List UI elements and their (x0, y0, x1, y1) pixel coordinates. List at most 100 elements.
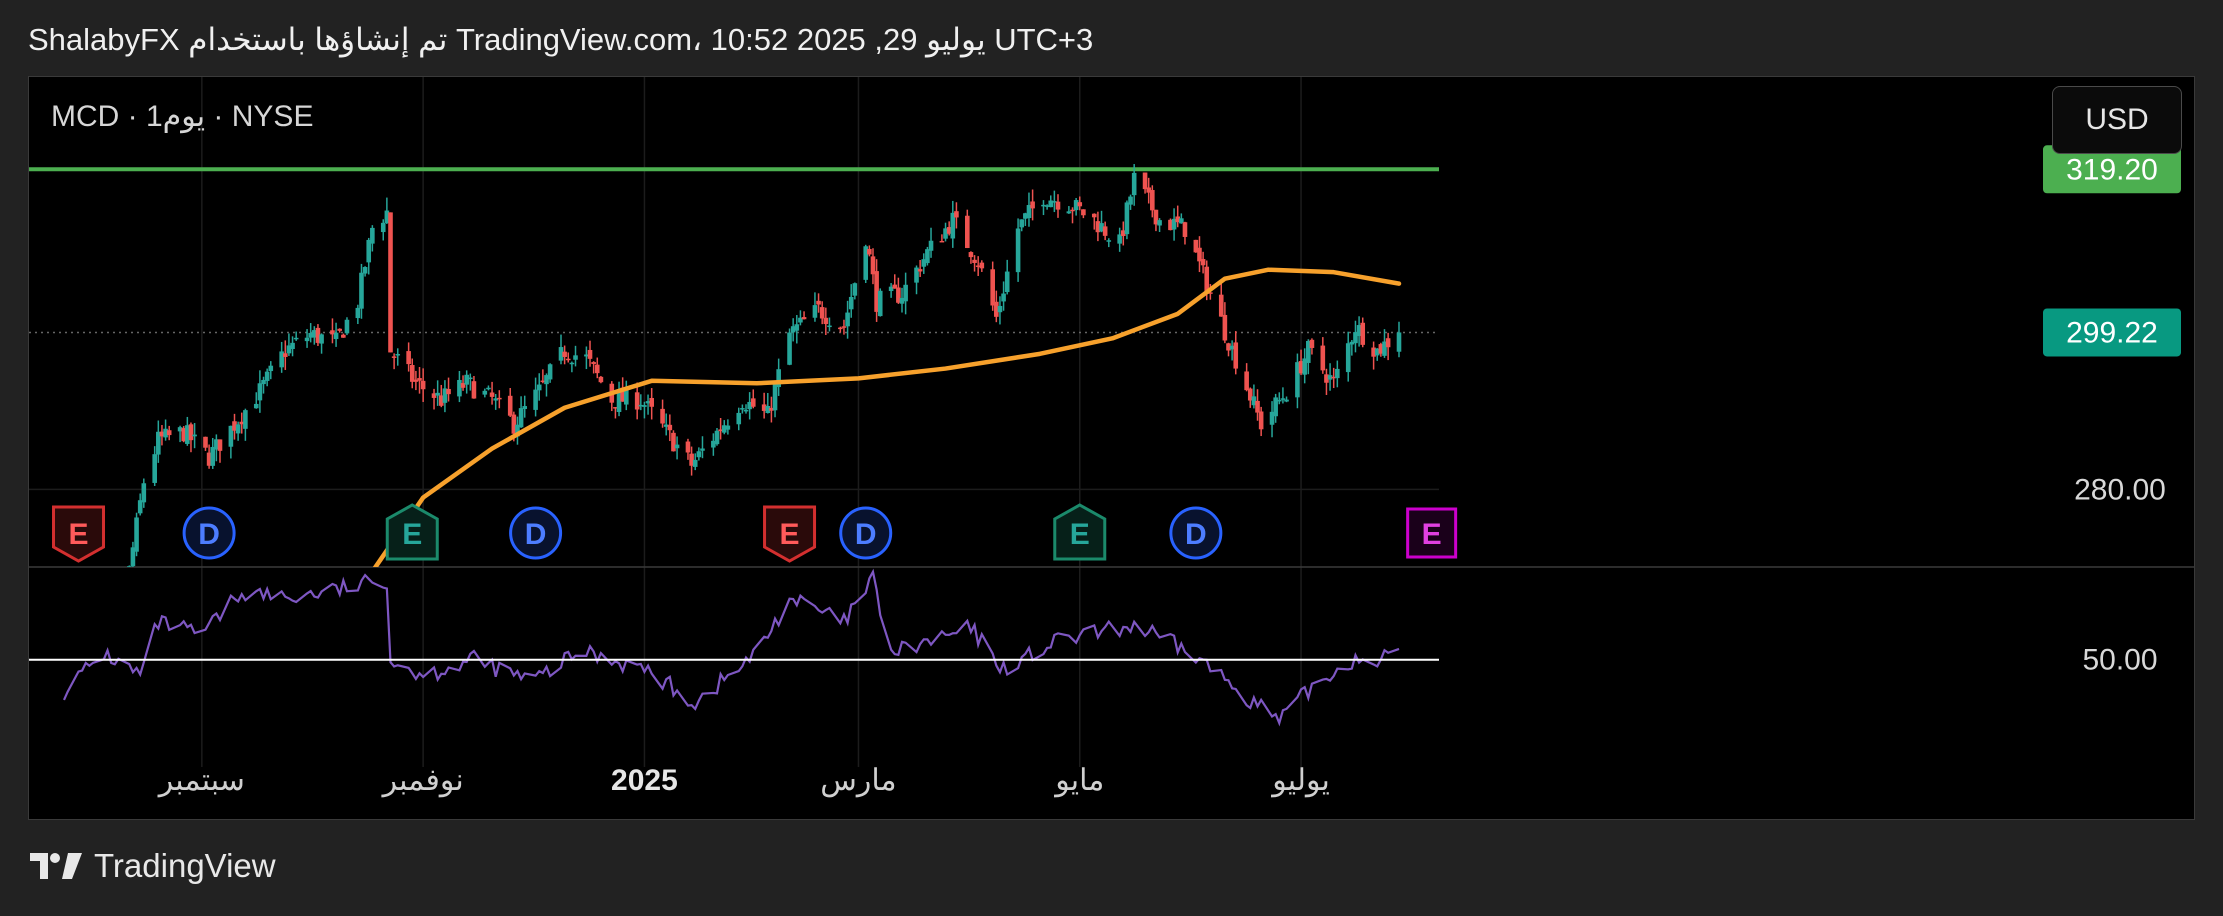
candle-body[interactable] (362, 267, 368, 274)
candle-body[interactable] (83, 654, 88, 659)
candle-body[interactable] (109, 609, 114, 614)
candle-body[interactable] (1218, 294, 1224, 317)
candle-body[interactable] (409, 365, 415, 382)
candle-body[interactable] (471, 381, 477, 399)
candle-body[interactable] (290, 342, 295, 350)
candle-body[interactable] (380, 222, 386, 233)
candle-body[interactable] (1131, 172, 1137, 196)
candle-body[interactable] (736, 412, 742, 425)
candle-body[interactable] (787, 332, 792, 365)
candle-body[interactable] (1106, 240, 1112, 242)
candle-body[interactable] (1258, 411, 1264, 430)
candle-body[interactable] (533, 389, 538, 410)
currency-button[interactable]: USD (2052, 86, 2182, 154)
candle-body[interactable] (102, 627, 107, 643)
candle-body[interactable] (660, 408, 665, 424)
candle-body[interactable] (257, 383, 263, 401)
candle-body[interactable] (1233, 342, 1239, 369)
candle-body[interactable] (725, 425, 731, 430)
candle-body[interactable] (1004, 271, 1010, 293)
candle-body[interactable] (341, 334, 346, 338)
candle-body[interactable] (700, 448, 705, 451)
candle-body[interactable] (1309, 339, 1315, 348)
candle-body[interactable] (293, 337, 299, 340)
candle-body[interactable] (126, 566, 132, 597)
candle-body[interactable] (743, 409, 749, 412)
candle-body[interactable] (141, 483, 147, 503)
candle-body[interactable] (333, 332, 339, 340)
candle-body[interactable] (217, 439, 223, 451)
candle-body[interactable] (827, 325, 832, 328)
candle-body[interactable] (877, 290, 883, 317)
candle-body[interactable] (968, 252, 974, 258)
candle-body[interactable] (928, 240, 934, 251)
candle-body[interactable] (203, 436, 208, 448)
candle-body[interactable] (685, 441, 691, 453)
candle-body[interactable] (1091, 213, 1097, 218)
candle-body[interactable] (192, 434, 197, 437)
candle-body[interactable] (772, 383, 778, 411)
candle-body[interactable] (1182, 222, 1188, 237)
candle-body[interactable] (420, 380, 426, 390)
candle-body[interactable] (1200, 259, 1206, 266)
candle-body[interactable] (838, 327, 843, 330)
chart-panel[interactable]: E D E D E D E D E 50.00 280.00 319.20 299.22 سبتمبر نو… (28, 76, 2195, 820)
candle-body[interactable] (91, 646, 96, 653)
candle-body[interactable] (370, 227, 375, 244)
candle-body[interactable] (714, 430, 720, 445)
candle-body[interactable] (1335, 368, 1340, 379)
candle-body[interactable] (1128, 196, 1133, 205)
candle-body[interactable] (486, 387, 491, 390)
candle-body[interactable] (642, 405, 647, 407)
candle-body[interactable] (1077, 202, 1083, 207)
candle-body[interactable] (497, 397, 502, 400)
candle-body[interactable] (674, 444, 680, 449)
candle-body[interactable] (359, 272, 364, 309)
candle-body[interactable] (917, 269, 923, 272)
candle-body[interactable] (468, 377, 473, 380)
candle-body[interactable] (954, 211, 959, 218)
candle-body[interactable] (1066, 211, 1072, 214)
candle-body[interactable] (253, 403, 259, 409)
candle-body[interactable] (692, 459, 698, 467)
candle-body[interactable] (867, 248, 872, 255)
candle-body[interactable] (235, 424, 241, 434)
candle-body[interactable] (1360, 322, 1366, 345)
candle-body[interactable] (671, 432, 676, 452)
candle-body[interactable] (1385, 338, 1391, 348)
candle-body[interactable] (355, 307, 361, 319)
candle-body[interactable] (990, 269, 995, 306)
candle-body[interactable] (268, 365, 274, 372)
candle-body[interactable] (489, 392, 495, 397)
candle-body[interactable] (740, 408, 745, 410)
candle-body[interactable] (464, 374, 469, 385)
candle-body[interactable] (319, 334, 324, 344)
candle-body[interactable] (591, 362, 596, 364)
candle-body[interactable] (852, 283, 858, 296)
candle-body[interactable] (979, 262, 985, 269)
candle-body[interactable] (406, 351, 411, 365)
candle-body[interactable] (1102, 226, 1108, 236)
candle-body[interactable] (105, 618, 110, 626)
candles-group[interactable] (76, 164, 1402, 689)
candle-body[interactable] (1222, 314, 1228, 341)
candle-body[interactable] (1320, 345, 1326, 371)
candle-body[interactable] (446, 388, 451, 395)
candle-body[interactable] (1157, 220, 1162, 226)
candle-body[interactable] (845, 312, 850, 327)
candle-body[interactable] (965, 215, 970, 249)
candle-body[interactable] (794, 324, 800, 331)
candle-body[interactable] (696, 451, 702, 458)
candle-body[interactable] (1280, 398, 1286, 400)
candle-body[interactable] (210, 446, 216, 466)
candle-body[interactable] (972, 259, 977, 263)
candle-body[interactable] (848, 296, 854, 310)
candle-body[interactable] (507, 395, 513, 416)
candle-body[interactable] (750, 398, 756, 407)
candle-body[interactable] (1244, 371, 1249, 391)
candle-body[interactable] (816, 300, 821, 305)
candle-body[interactable] (395, 354, 401, 356)
candle-body[interactable] (823, 317, 829, 325)
candle-body[interactable] (903, 284, 908, 302)
candle-body[interactable] (536, 384, 542, 391)
